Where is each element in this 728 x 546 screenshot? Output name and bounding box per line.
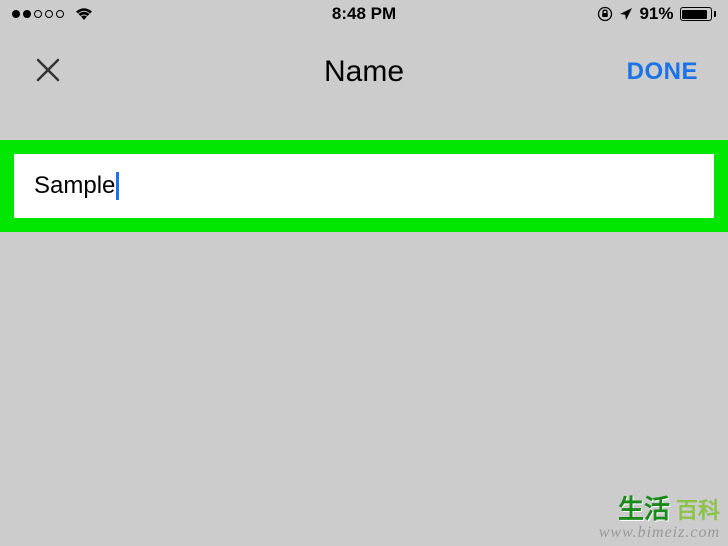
status-left bbox=[12, 6, 94, 22]
wifi-icon bbox=[74, 6, 94, 22]
name-input[interactable]: Sample bbox=[14, 154, 714, 218]
status-time: 8:48 PM bbox=[332, 4, 396, 24]
orientation-lock-icon bbox=[597, 6, 613, 22]
name-input-value: Sample bbox=[34, 172, 115, 200]
battery-percent: 91% bbox=[639, 4, 673, 24]
watermark-main: 生活 bbox=[618, 489, 670, 526]
location-icon bbox=[619, 7, 633, 21]
watermark-sub: 百科 bbox=[676, 493, 720, 525]
page-title: Name bbox=[324, 55, 404, 89]
watermark: 生活 百科 www.bimeiz.com bbox=[591, 485, 728, 546]
text-cursor bbox=[116, 172, 119, 200]
status-bar: 8:48 PM 91% bbox=[0, 0, 728, 28]
battery-icon bbox=[680, 7, 717, 21]
cellular-signal-icon bbox=[12, 10, 64, 18]
input-highlight: Sample bbox=[0, 140, 728, 232]
close-button[interactable] bbox=[30, 55, 66, 89]
nav-bar: Name DONE bbox=[0, 28, 728, 116]
status-right: 91% bbox=[597, 4, 716, 24]
watermark-url: www.bimeiz.com bbox=[599, 524, 720, 542]
done-button[interactable]: DONE bbox=[627, 58, 698, 86]
